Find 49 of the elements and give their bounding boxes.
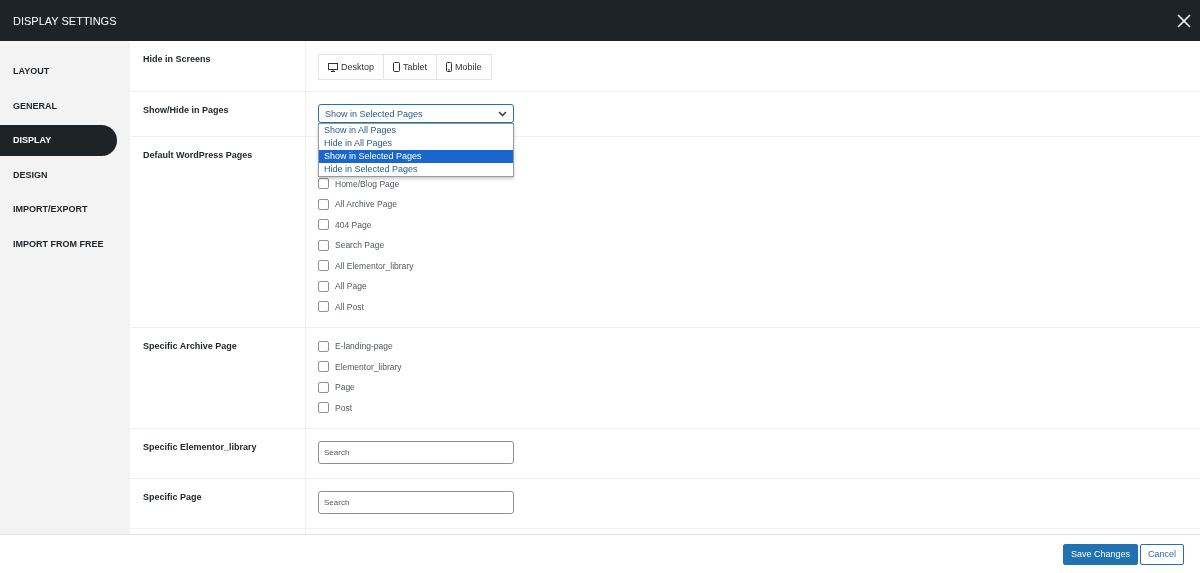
page-visibility-dropdown[interactable]: Show in Selected Pages [318,104,514,123]
dropdown-option[interactable]: Show in All Pages [319,124,513,137]
checkbox[interactable] [318,178,329,190]
monitor-icon [328,62,338,72]
sidebar-item[interactable]: GENERAL [0,90,117,122]
checkbox[interactable] [318,219,329,231]
checkbox-label: All Elementor_library [335,260,414,271]
checkbox[interactable] [318,301,329,313]
checkbox-label: All Archive Page [335,199,397,210]
checkbox-label: E-landing-page [335,341,393,352]
checkbox[interactable] [318,340,329,352]
sidebar-item[interactable]: LAYOUT [0,56,117,87]
setting-label: Specific Page [143,491,202,502]
tablet-icon [393,62,401,72]
setting-label: Default WordPress Pages [143,150,253,160]
setting-label: Hide in Screens [143,54,211,64]
checkbox-label: Page [335,382,355,393]
checkbox-label: All Page [335,281,367,292]
checkbox-label: Elementor_library [335,361,402,372]
sidebar-item[interactable]: DISPLAY [0,125,117,157]
window-title: DISPLAY SETTINGS [13,14,117,27]
search-field[interactable]: Search [318,490,514,514]
chevron-icon [498,110,507,117]
phone-icon [446,62,453,72]
checkbox[interactable] [318,361,329,373]
dropdown-option[interactable]: Show in Selected Pages [319,150,513,163]
dropdown-option[interactable]: Hide in Selected Pages [319,163,513,176]
setting-label: Show/Hide in Pages [143,105,229,115]
search-field[interactable]: Search [318,440,514,464]
dropdown-option[interactable]: Hide in All Pages [319,137,513,150]
sidebar-item[interactable]: IMPORT/EXPORT [0,194,117,226]
sidebar-item[interactable]: DESIGN [0,159,117,191]
close-icon[interactable] [1176,12,1192,29]
checkbox-label: Search Page [335,240,385,251]
checkbox[interactable] [318,381,329,393]
setting-label: Specific Elementor_library [143,441,257,452]
checkbox[interactable] [318,402,329,414]
checkbox[interactable] [318,260,329,272]
setting-label: Specific Archive Page [143,340,237,351]
checkbox[interactable] [318,280,329,292]
checkbox-label: Home/Blog Page [335,178,400,189]
sidebar-item[interactable]: IMPORT FROM FREE [0,228,117,260]
checkbox[interactable] [318,239,329,251]
save-button[interactable]: Save Changes [1062,543,1138,565]
checkbox[interactable] [318,198,329,210]
checkbox-label: 404 Page [335,219,372,230]
checkbox-label: All Post [335,301,364,312]
cancel-button[interactable]: Cancel [1140,543,1184,565]
checkbox-label: Post [335,402,352,413]
